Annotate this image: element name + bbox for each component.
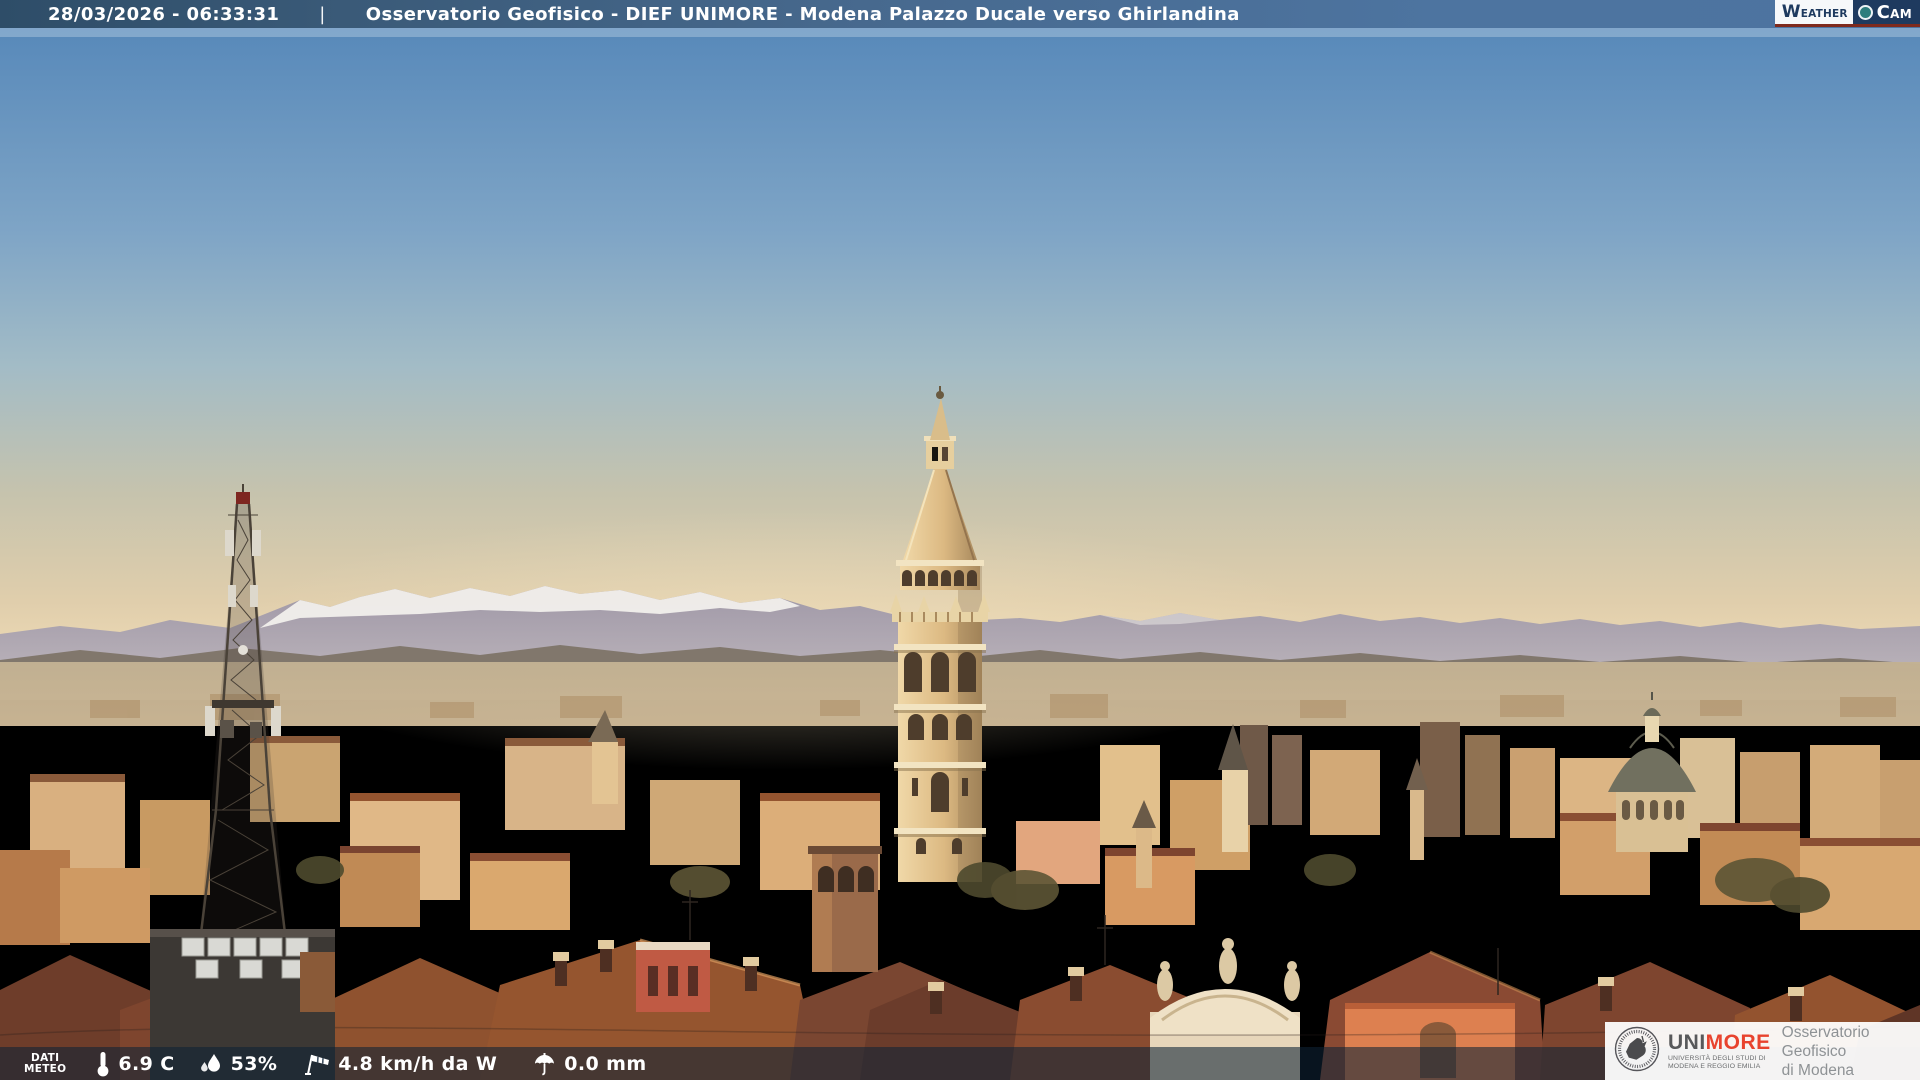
- unimore-seal-icon: [1614, 1026, 1660, 1076]
- unimore-uni-text: UNI: [1668, 1030, 1706, 1054]
- title-bar: 28/03/2026 - 06:33:31 | Osservatorio Geo…: [0, 0, 1920, 28]
- rooftop-altana: [636, 942, 710, 1012]
- webcam-page: 28/03/2026 - 06:33:31 | Osservatorio Geo…: [0, 0, 1920, 1080]
- umbrella-icon: [533, 1052, 556, 1076]
- weathercam-red-underline: [1774, 24, 1920, 27]
- temperature-reading: 6.9 C: [96, 1051, 174, 1077]
- thermometer-icon: [96, 1051, 110, 1077]
- camera-title: Osservatorio Geofisico - DIEF UNIMORE - …: [365, 3, 1240, 25]
- humidity-value: 53%: [230, 1052, 278, 1075]
- weathercam-logo[interactable]: Weather Cam: [1774, 0, 1920, 27]
- weathercam-logo-left: Weather: [1774, 0, 1853, 24]
- weathercam-cam-label: Cam: [1876, 1, 1912, 23]
- wind-value: 4.8 km/h da W: [338, 1052, 498, 1075]
- webcam-photo-modena-skyline: [0, 0, 1920, 1080]
- windsock-icon: [303, 1052, 330, 1076]
- belvedere-tower: [808, 846, 882, 972]
- humidity-reading: 53%: [199, 1052, 278, 1076]
- rain-value: 0.0 mm: [564, 1052, 647, 1075]
- rain-reading: 0.0 mm: [533, 1052, 646, 1076]
- titlebar-lower-band: [0, 28, 1920, 37]
- drops-icon: [199, 1052, 223, 1076]
- weathercam-weather-label: Weather: [1781, 2, 1848, 22]
- unimore-more-text: MORE: [1705, 1030, 1771, 1054]
- unimore-card[interactable]: UNIMORE UNIVERSITÀ DEGLI STUDI DI MODENA…: [1605, 1022, 1920, 1080]
- timestamp: 28/03/2026 - 06:33:31: [48, 3, 280, 25]
- weathercam-logo-right: Cam: [1852, 0, 1920, 24]
- observatory-name: Osservatorio Geofisico di Modena: [1781, 1023, 1870, 1079]
- unimore-wordmark: UNIMORE UNIVERSITÀ DEGLI STUDI DI MODENA…: [1668, 1032, 1771, 1070]
- dati-meteo-label: DATI METEO: [24, 1051, 67, 1075]
- camera-lens-icon: [1857, 4, 1873, 20]
- temperature-value: 6.9 C: [118, 1052, 175, 1075]
- wind-reading: 4.8 km/h da W: [303, 1052, 497, 1076]
- separator: |: [319, 3, 326, 25]
- university-subtitle: UNIVERSITÀ DEGLI STUDI DI MODENA E REGGI…: [1668, 1054, 1766, 1070]
